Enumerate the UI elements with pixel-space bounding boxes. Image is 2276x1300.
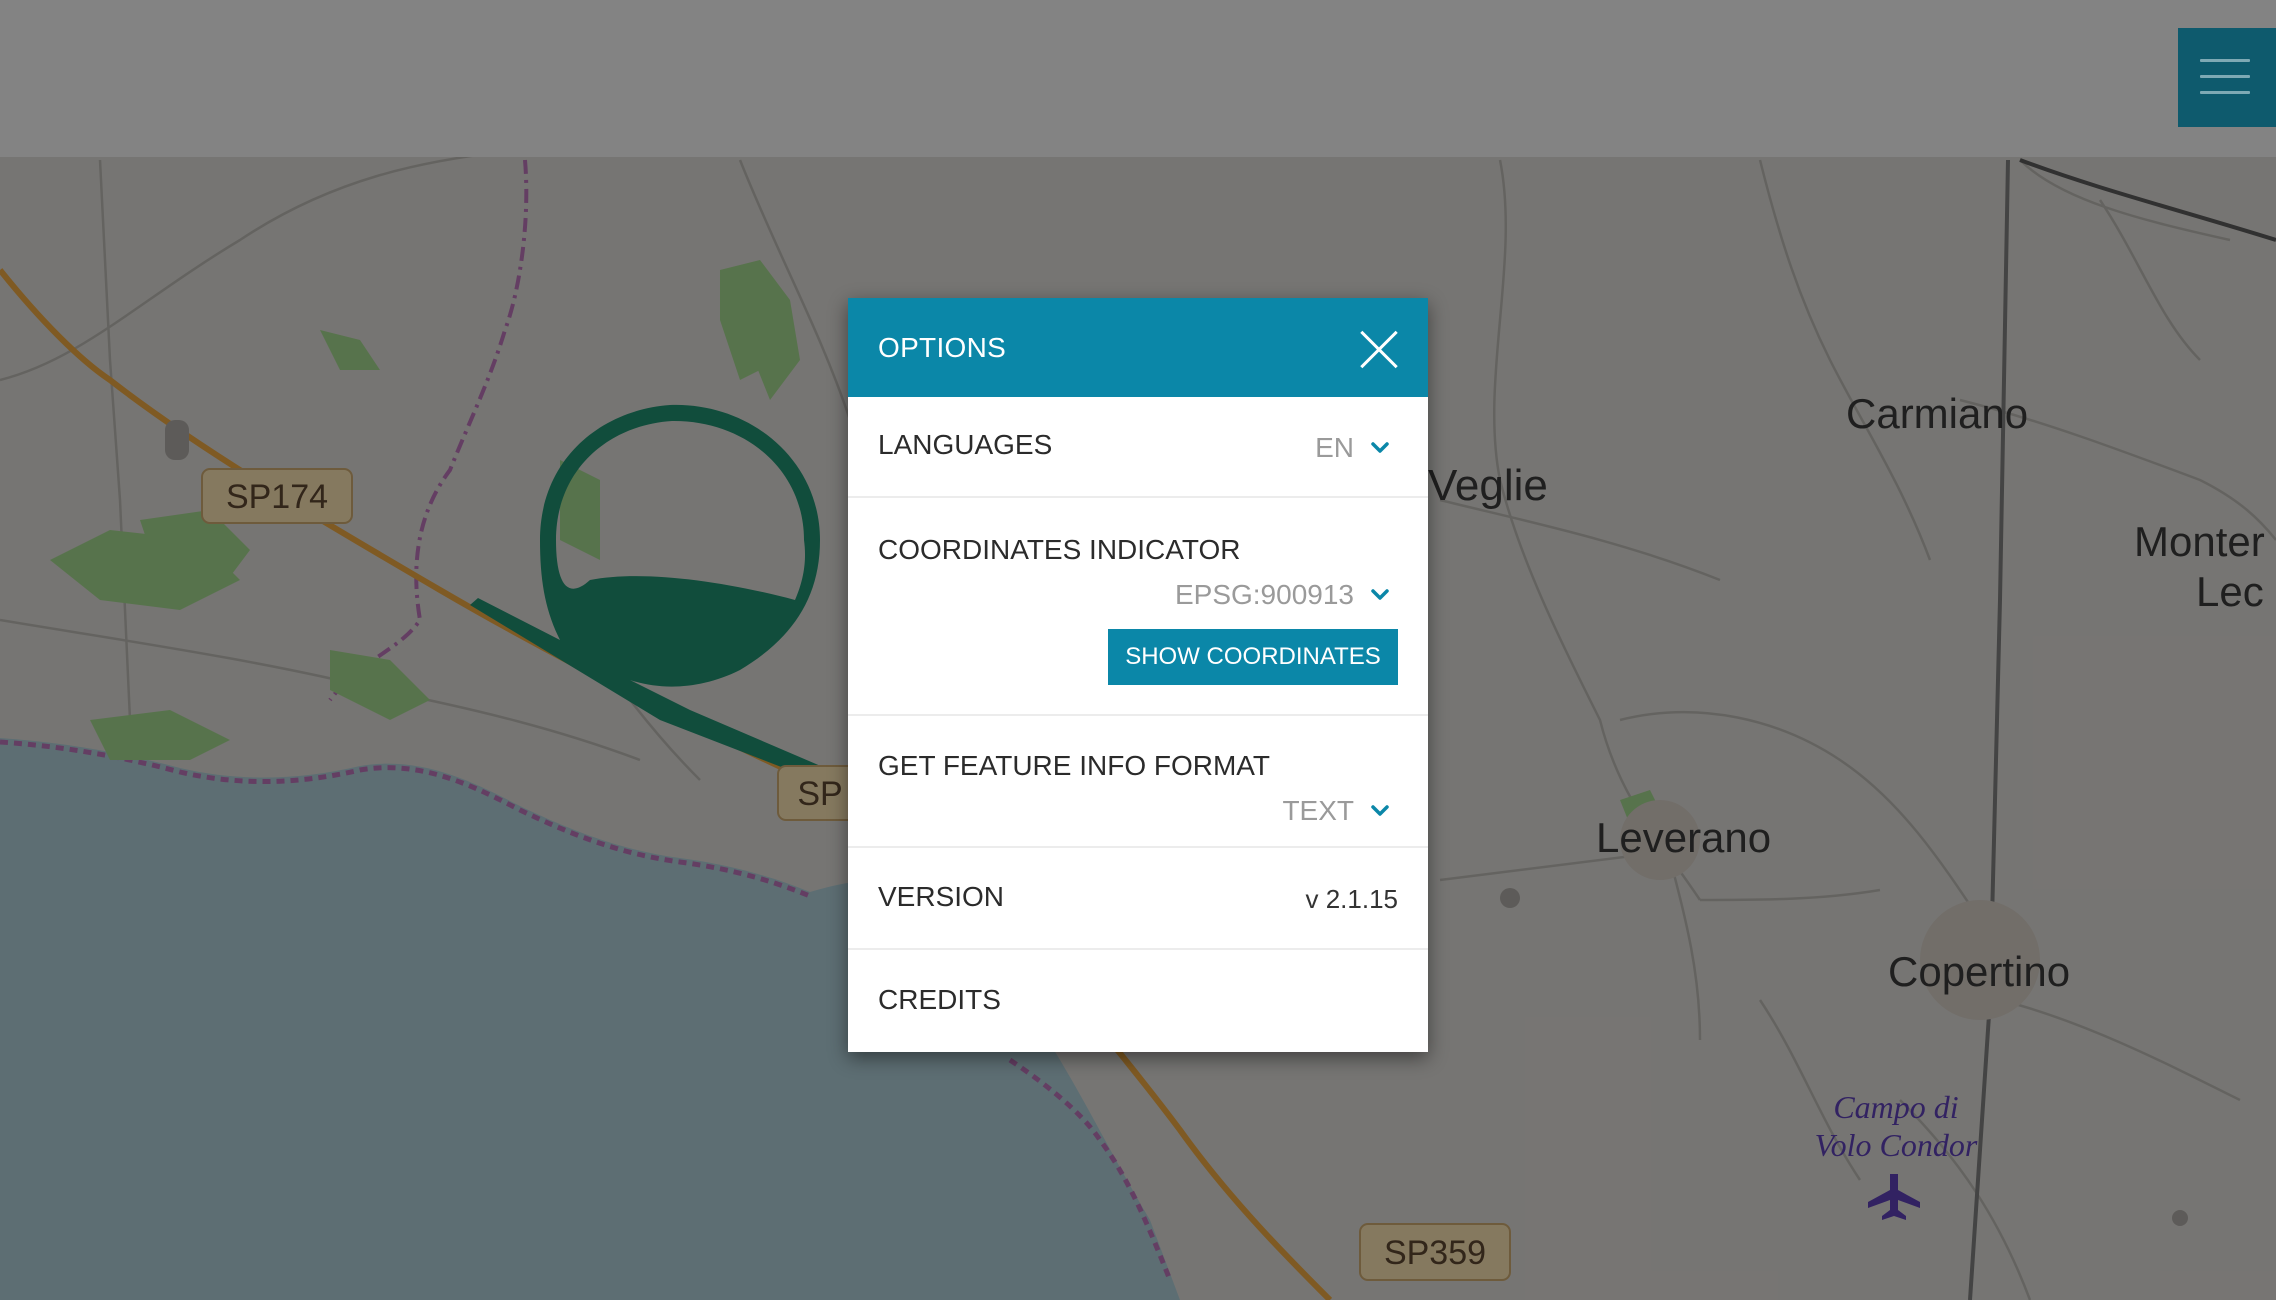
version-label: VERSION [878,881,1005,912]
coordinates-projection-select[interactable]: EPSG:900913 [1175,579,1398,611]
feature-info-format-select[interactable]: TEXT [1282,795,1398,827]
top-header-bar [0,0,2276,157]
version-value: v 2.1.15 [1305,884,1398,914]
languages-selected-value: EN [1315,432,1354,463]
languages-label: LANGUAGES [878,429,1053,460]
hamburger-icon-bar [2200,75,2250,78]
languages-select[interactable]: EN [1315,432,1398,464]
coordinates-indicator-row: COORDINATES INDICATOR EPSG:900913 SHOW C… [848,498,1428,716]
chevron-down-icon [1371,442,1389,453]
show-coordinates-button[interactable]: SHOW COORDINATES [1108,629,1398,685]
credits-label: CREDITS [878,984,1001,1015]
hamburger-icon [2200,59,2250,62]
options-dialog-header: OPTIONS [848,298,1428,397]
options-dialog: OPTIONS LANGUAGES EN COORDINATES INDICAT… [848,298,1428,1052]
credits-row[interactable]: CREDITS [848,950,1428,1050]
menu-button[interactable] [2178,28,2276,127]
hamburger-icon-bar [2200,91,2250,94]
feature-info-format-value: TEXT [1282,795,1354,826]
version-row: VERSION v 2.1.15 [848,848,1428,950]
feature-info-format-label: GET FEATURE INFO FORMAT [878,750,1270,781]
chevron-down-icon [1371,805,1389,816]
options-dialog-title: OPTIONS [878,332,1007,363]
coordinates-projection-value: EPSG:900913 [1174,579,1354,610]
close-icon[interactable] [1358,329,1398,369]
chevron-down-icon [1371,589,1389,600]
languages-row: LANGUAGES EN [848,397,1428,498]
feature-info-format-row: GET FEATURE INFO FORMAT TEXT [848,716,1428,848]
coordinates-indicator-label: COORDINATES INDICATOR [878,534,1241,565]
